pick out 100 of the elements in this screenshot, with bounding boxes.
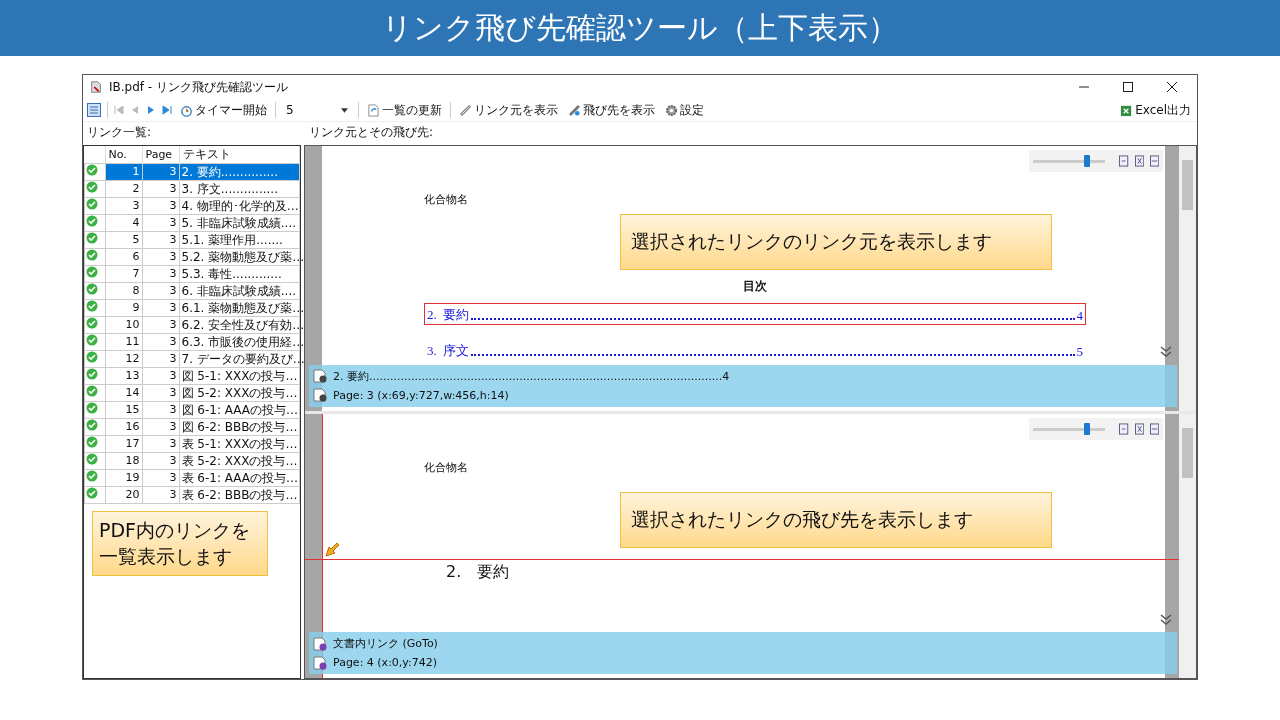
toc-title: 目次 [742, 278, 768, 295]
slider-thumb[interactable] [1084, 422, 1091, 435]
viewer-label: リンク元とその飛び先: [309, 123, 434, 141]
settings-icon [665, 103, 678, 117]
vertical-scrollbar[interactable] [1179, 146, 1196, 411]
callout-note: PDF内のリンクを一覧表示します [92, 511, 268, 577]
table-cell: 9 [105, 299, 142, 317]
vertical-scrollbar[interactable] [1179, 413, 1196, 678]
app-icon [89, 80, 103, 94]
table-cell: 18 [105, 452, 142, 470]
table-cell: 3 [142, 231, 179, 249]
excel-export-button[interactable]: Excel出力 [1118, 100, 1193, 120]
link-row[interactable]: 20 3 表 6-2: BBBの投与… [84, 486, 300, 504]
link-row[interactable]: 3 3 4. 物理的･化学的及… [84, 197, 300, 215]
link-row[interactable]: 13 3 図 5-1: XXXの投与… [84, 367, 300, 385]
table-cell: 3 [142, 367, 179, 385]
table-cell: 3 [105, 197, 142, 215]
table-cell: 3 [142, 197, 179, 215]
table-cell: 2 [105, 180, 142, 198]
actual-size-icon[interactable] [1119, 422, 1129, 435]
close-icon[interactable] [1167, 82, 1177, 92]
document-icon [313, 369, 327, 383]
slide-title: リンク飛び先確認ツール（上下表示） [382, 8, 898, 47]
info-text: Page: 4 (x:0,y:742) [333, 656, 438, 669]
refresh-list-button[interactable]: 一覧の更新 [365, 100, 444, 120]
table-cell: 1 [105, 163, 142, 181]
list-view-icon[interactable] [87, 103, 101, 117]
link-row[interactable]: 4 3 5. 非臨床試験成績.... [84, 214, 300, 232]
double-chevron-icon[interactable] [1160, 613, 1172, 626]
actual-size-icon[interactable] [1119, 155, 1129, 167]
table-cell: 3 [142, 401, 179, 419]
fit-width-icon[interactable] [1149, 422, 1159, 435]
alarm-clock-icon [180, 103, 193, 117]
document-icon [313, 655, 327, 670]
info-text: Page: 3 (x:69,y:727,w:456,h:14) [333, 388, 509, 402]
interval-dropdown[interactable]: 5 [282, 102, 352, 118]
toc-link[interactable]: 3. 序文 5 [424, 339, 1086, 361]
table-cell: 14 [105, 384, 142, 402]
table-cell: 19 [105, 469, 142, 487]
show-source-button[interactable]: リンク元を表示 [457, 100, 560, 120]
table-cell: 3. 序文............... [179, 180, 300, 198]
show-target-button[interactable]: 飛び先を表示 [566, 100, 657, 120]
table-cell: 3 [142, 316, 179, 334]
link-row[interactable]: 2 3 3. 序文............... [84, 180, 300, 198]
table-cell: 図 6-2: BBBの投与… [179, 418, 300, 436]
table-cell: 3 [142, 180, 179, 198]
table-cell: 3 [142, 452, 179, 470]
next-icon[interactable] [146, 105, 156, 115]
slider-thumb[interactable] [1084, 155, 1091, 167]
link-row[interactable]: 7 3 5.3. 毒性............. [84, 265, 300, 283]
table-cell: 13 [105, 367, 142, 385]
table-cell: 3 [142, 163, 179, 181]
maximize-icon[interactable] [1123, 82, 1133, 92]
info-text: 文書内リンク (GoTo) [333, 636, 438, 651]
section-heading: 2. 要約 [446, 561, 511, 583]
spreadsheet-icon [1120, 103, 1134, 117]
link-row[interactable]: 14 3 図 5-2: XXXの投与… [84, 384, 300, 402]
fit-page-icon[interactable] [1134, 422, 1144, 435]
table-cell: 表 6-1: AAAの投与… [179, 469, 300, 487]
link-row[interactable]: 1 3 2. 要約............... [84, 163, 300, 181]
link-row[interactable]: 8 3 6. 非臨床試験成績.... [84, 282, 300, 300]
table-cell: 11 [105, 333, 142, 351]
table-cell: 3 [142, 282, 179, 300]
table-cell: 10 [105, 316, 142, 334]
link-row[interactable]: 18 3 表 5-2: XXXの投与… [84, 452, 300, 470]
timer-button[interactable]: タイマー開始 [178, 100, 269, 120]
table-cell: 6. 非臨床試験成績.... [179, 282, 300, 300]
link-row[interactable]: 5 3 5.1. 薬理作用....... [84, 231, 300, 249]
table-cell: 20 [105, 486, 142, 504]
toc-link[interactable]: 2. 要約 4 [424, 303, 1086, 325]
page-header: 化合物名 [424, 192, 469, 208]
table-cell: 図 5-2: XXXの投与… [179, 384, 300, 402]
page-header: 化合物名 [424, 459, 469, 476]
table-cell: 12 [105, 350, 142, 368]
table-cell: 3 [142, 418, 179, 436]
link-row[interactable]: 15 3 図 6-1: AAAの投与… [84, 401, 300, 419]
double-chevron-icon[interactable] [1160, 346, 1172, 358]
fit-width-icon[interactable] [1149, 155, 1159, 167]
table-cell: 7 [105, 265, 142, 283]
table-cell: 5.3. 毒性............. [179, 265, 300, 283]
fit-page-icon[interactable] [1134, 155, 1144, 167]
link-row[interactable]: 19 3 表 6-1: AAAの投与… [84, 469, 300, 487]
settings-button[interactable]: 設定 [663, 100, 706, 120]
table-cell: 8 [105, 282, 142, 300]
link-row[interactable]: 16 3 図 6-2: BBBの投与… [84, 418, 300, 436]
table-cell: 2. 要約............... [179, 163, 300, 181]
arrow-icon [324, 541, 340, 558]
refresh-document-icon [367, 103, 380, 117]
table-cell: 表 5-1: XXXの投与… [179, 435, 300, 453]
document-icon [313, 636, 327, 651]
link-icon [459, 103, 472, 117]
link-icon [568, 103, 581, 117]
link-row[interactable]: 17 3 表 5-1: XXXの投与… [84, 435, 300, 453]
table-cell: 17 [105, 435, 142, 453]
table-cell: 5.1. 薬理作用....... [179, 231, 300, 249]
table-cell: 3 [142, 435, 179, 453]
last-page-icon[interactable] [162, 105, 172, 115]
table-cell: 3 [142, 214, 179, 232]
table-cell: 3 [142, 486, 179, 504]
table-cell: 図 6-1: AAAの投与… [179, 401, 300, 419]
